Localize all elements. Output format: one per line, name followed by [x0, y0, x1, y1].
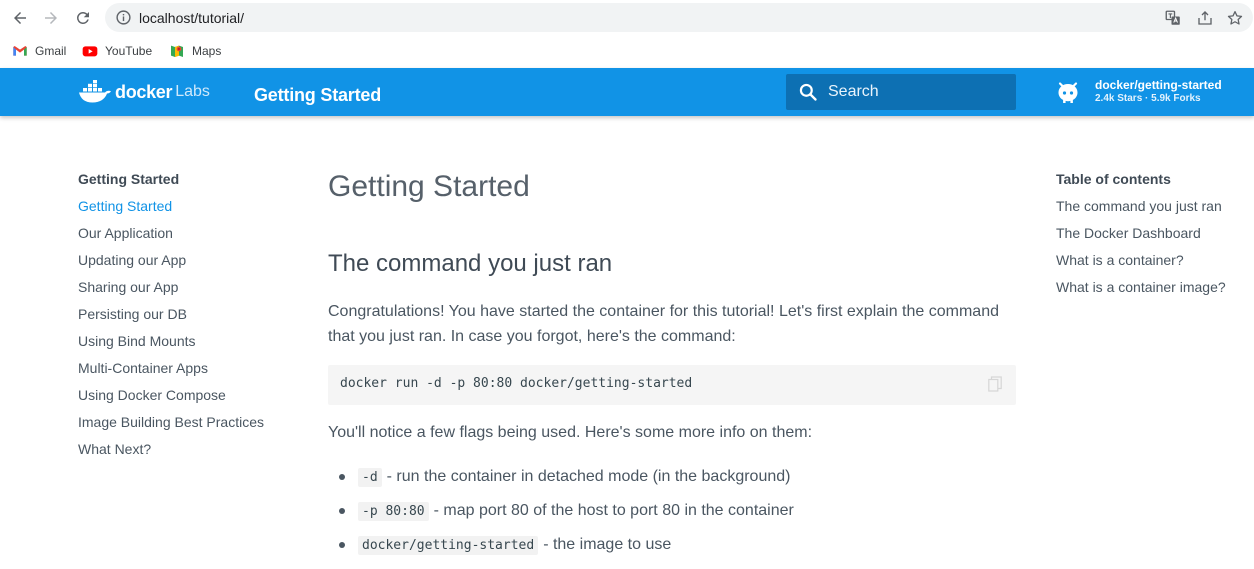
- url-text[interactable]: localhost/tutorial/: [139, 10, 244, 26]
- list-item: docker/getting-started - the image to us…: [328, 528, 1016, 562]
- star-icon[interactable]: [1226, 9, 1244, 27]
- flags-paragraph: You'll notice a few flags being used. He…: [328, 424, 813, 441]
- toc-item-dashboard[interactable]: The Docker Dashboard: [1056, 224, 1254, 251]
- toc-title: Table of contents: [1056, 171, 1171, 187]
- toc-item-command[interactable]: The command you just ran: [1056, 197, 1254, 224]
- command-code: docker run -d -p 80:80 docker/getting-st…: [340, 376, 693, 391]
- youtube-icon: [82, 46, 98, 57]
- section-heading: The command you just ran: [328, 250, 613, 277]
- address-bar[interactable]: localhost/tutorial/: [105, 3, 1253, 32]
- flag-description: - map port 80 of the host to port 80 in …: [433, 502, 794, 519]
- flag-code: -d: [358, 467, 382, 487]
- sidebar-item-image-building[interactable]: Image Building Best Practices: [78, 413, 288, 440]
- repo-facts: 2.4k Stars · 5.9k Forks: [1095, 93, 1201, 104]
- arrow-right-icon: [45, 12, 57, 24]
- search-input[interactable]: [828, 74, 1012, 110]
- logo-word: docker: [115, 81, 173, 102]
- search-icon: [799, 83, 817, 101]
- bullet-dot: [339, 542, 345, 548]
- intro-paragraph: Congratulations! You have started the co…: [328, 303, 999, 345]
- table-of-contents: Table of contents The command you just r…: [1056, 170, 1254, 305]
- copy-icon[interactable]: [988, 376, 1002, 392]
- flag-description: - the image to use: [543, 536, 672, 553]
- toc-item-container-image[interactable]: What is a container image?: [1056, 278, 1254, 305]
- bookmark-label: YouTube: [105, 44, 153, 58]
- logo-suffix: Labs: [175, 83, 210, 100]
- repo-name: docker/getting-started: [1095, 78, 1222, 92]
- site-header: docker Labs Getting Started docker/getti…: [0, 68, 1254, 116]
- sidebar-item-what-next[interactable]: What Next?: [78, 440, 288, 467]
- bookmark-maps[interactable]: Maps: [169, 41, 221, 61]
- sidebar-item-multi-container-apps[interactable]: Multi-Container Apps: [78, 359, 288, 386]
- forward-button[interactable]: [39, 6, 63, 30]
- reload-button[interactable]: [71, 6, 95, 30]
- list-item: -p 80:80 - map port 80 of the host to po…: [328, 494, 1016, 528]
- bullet-dot: [339, 474, 345, 480]
- arrow-left-icon: [14, 12, 26, 24]
- bookmark-youtube[interactable]: YouTube: [82, 41, 152, 61]
- bookmark-label: Maps: [192, 44, 222, 58]
- flag-code: docker/getting-started: [358, 535, 539, 555]
- bookmark-gmail[interactable]: Gmail: [12, 41, 66, 61]
- sidebar-title: Getting Started: [78, 171, 180, 187]
- list-item: -d - run the container in detached mode …: [328, 460, 1016, 494]
- bookmark-label: Gmail: [35, 44, 67, 58]
- translate-icon[interactable]: [1164, 9, 1182, 27]
- sidebar-item-getting-started[interactable]: Getting Started: [78, 197, 288, 224]
- github-icon: [1058, 82, 1078, 103]
- repo-link[interactable]: docker/getting-started 2.4k Stars · 5.9k…: [1056, 78, 1251, 108]
- page-title: Getting Started: [328, 170, 530, 203]
- docker-whale-icon: [79, 80, 111, 103]
- sidebar-item-our-application[interactable]: Our Application: [78, 224, 288, 251]
- toc-item-container[interactable]: What is a container?: [1056, 251, 1254, 278]
- bookmarks-bar: Gmail YouTube Maps: [0, 35, 1254, 67]
- sidebar-item-using-docker-compose[interactable]: Using Docker Compose: [78, 386, 288, 413]
- back-button[interactable]: [8, 6, 32, 30]
- info-icon[interactable]: [115, 9, 132, 26]
- share-icon[interactable]: [1196, 9, 1214, 27]
- gmail-icon: [13, 46, 27, 56]
- bullet-dot: [339, 508, 345, 514]
- maps-icon: [171, 45, 183, 57]
- search-box[interactable]: [786, 74, 1016, 110]
- sidebar-item-using-bind-mounts[interactable]: Using Bind Mounts: [78, 332, 288, 359]
- browser-toolbar: localhost/tutorial/: [0, 0, 1254, 35]
- sidebar-item-updating-our-app[interactable]: Updating our App: [78, 251, 288, 278]
- sidebar-nav: Getting Started Getting Started Our Appl…: [78, 170, 288, 467]
- site-title[interactable]: Getting Started: [254, 85, 381, 106]
- flag-description: - run the container in detached mode (in…: [386, 468, 791, 485]
- reload-icon: [76, 11, 89, 24]
- flag-code: -p 80:80: [358, 501, 429, 521]
- sidebar-item-persisting-our-db[interactable]: Persisting our DB: [78, 305, 288, 332]
- docker-labs-logo[interactable]: docker Labs: [78, 79, 210, 105]
- code-block: docker run -d -p 80:80 docker/getting-st…: [328, 365, 1016, 405]
- sidebar-item-sharing-our-app[interactable]: Sharing our App: [78, 278, 288, 305]
- flags-list: -d - run the container in detached mode …: [328, 460, 1016, 562]
